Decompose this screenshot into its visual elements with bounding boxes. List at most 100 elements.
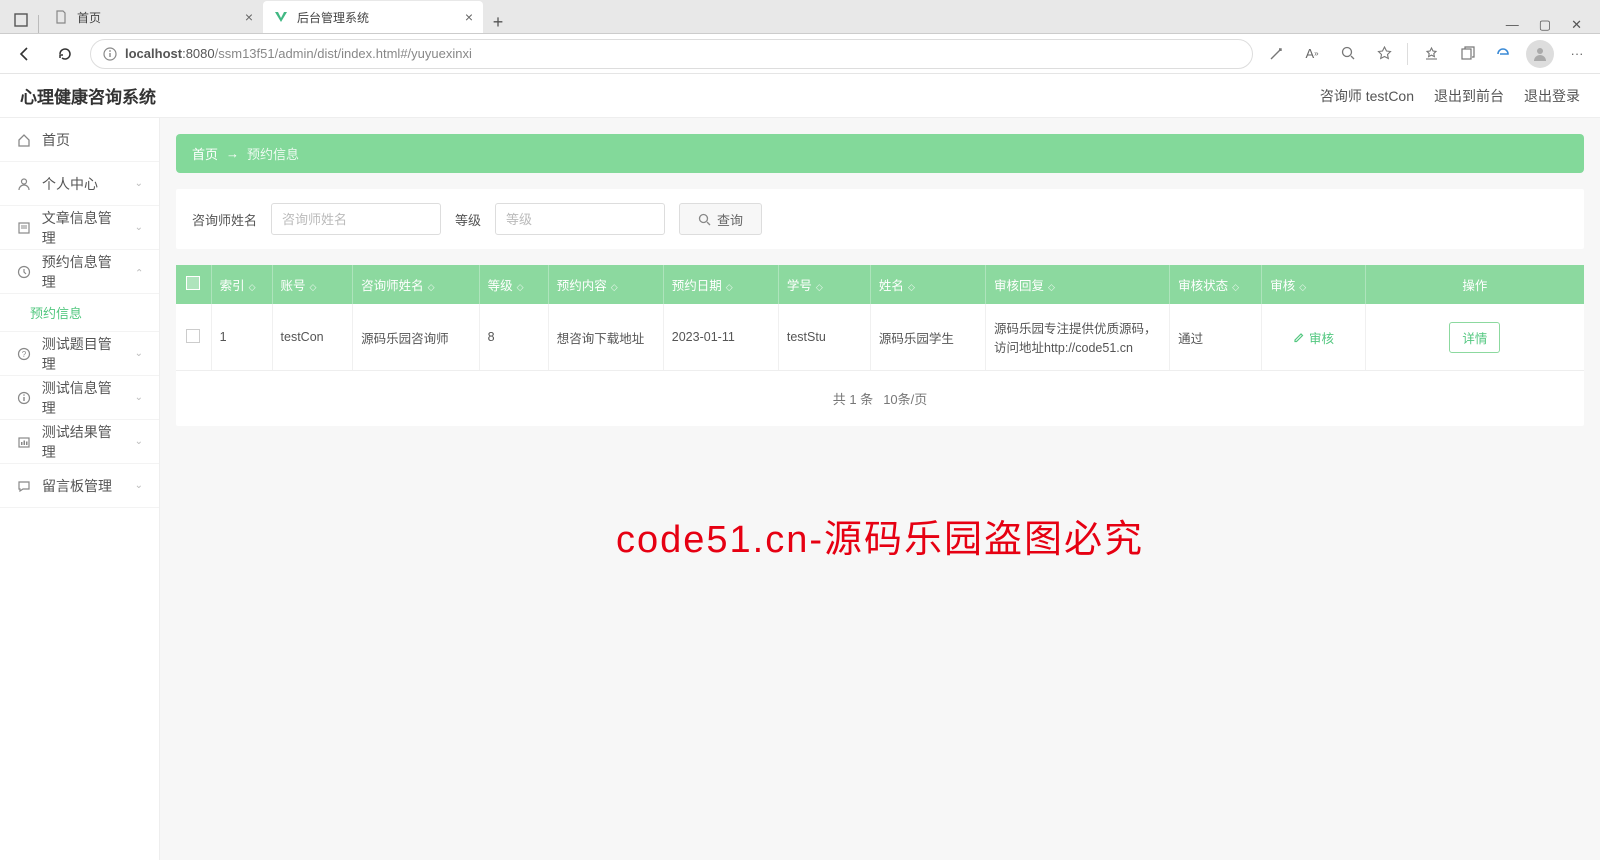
sidebar-item-个人中心[interactable]: 个人中心 ⌄ [0,162,159,206]
pagination: 共 1 条 10条/页 [176,371,1584,426]
enhance-icon[interactable] [1263,41,1289,67]
info-icon [103,47,117,61]
filter-name-input[interactable] [271,203,441,235]
search-icon [698,213,711,226]
app-title: 心理健康咨询系统 [20,83,156,108]
favorites-bar-icon[interactable] [1418,41,1444,67]
tab-title: 后台管理系统 [297,9,369,26]
breadcrumb: 首页 → 预约信息 [176,134,1584,173]
sidebar-item-首页[interactable]: 首页 [0,118,159,162]
url-field[interactable]: localhost:8080/ssm13f51/admin/dist/index… [90,39,1253,69]
ie-mode-icon[interactable] [1490,41,1516,67]
logout-button[interactable]: 退出登录 [1524,86,1580,106]
audit-button[interactable]: 审核 [1293,328,1334,347]
close-window-button[interactable]: ✕ [1571,17,1582,33]
info-icon [16,391,32,405]
address-bar: localhost:8080/ssm13f51/admin/dist/index… [0,34,1600,74]
watermark: code51.cn-源码乐园盗图必究 [616,508,1144,563]
sidebar-item-label: 测试结果管理 [42,422,125,462]
sidebar: 首页 个人中心⌄ 文章信息管理⌄ 预约信息管理⌄预约信息? 测试题目管理⌄ 测试… [0,118,160,860]
row-checkbox[interactable] [186,329,200,343]
chevron-down-icon: ⌄ [135,392,143,403]
cell-student-name: 源码乐园学生 [870,304,985,371]
filter-level-input[interactable] [495,203,665,235]
sidebar-item-留言板管理[interactable]: 留言板管理 ⌄ [0,464,159,508]
cell-date: 2023-01-11 [663,304,778,371]
chevron-down-icon: ⌄ [135,266,143,277]
main-content: 首页 → 预约信息 咨询师姓名 等级 查询 索引◇账号◇咨询师姓名◇等级◇预约内… [160,118,1600,860]
col-header[interactable]: 姓名◇ [870,265,985,304]
close-icon[interactable]: × [245,9,253,25]
back-button[interactable] [10,39,40,69]
maximize-button[interactable]: ▢ [1539,17,1551,33]
collections-icon[interactable] [1454,41,1480,67]
filter-level-label: 等级 [455,210,481,229]
sidebar-item-测试结果管理[interactable]: 测试结果管理 ⌄ [0,420,159,464]
cell-student-no: testStu [778,304,870,371]
col-header[interactable]: 预约内容◇ [548,265,663,304]
col-header[interactable]: 预约日期◇ [663,265,778,304]
sidebar-item-测试题目管理[interactable]: ? 测试题目管理⌄ [0,332,159,376]
data-table: 索引◇账号◇咨询师姓名◇等级◇预约内容◇预约日期◇学号◇姓名◇审核回复◇审核状态… [176,265,1584,426]
zoom-icon[interactable] [1335,41,1361,67]
pagination-pagesize[interactable]: 10条/页 [883,389,927,408]
col-header[interactable]: 操作 [1365,265,1584,304]
browser-tab-0[interactable]: 首页 × [43,1,263,33]
col-header[interactable]: 审核状态◇ [1170,265,1262,304]
to-front-button[interactable]: 退出到前台 [1434,86,1504,106]
tab-overview-icon[interactable] [8,7,34,33]
user-icon [16,177,32,191]
new-tab-button[interactable]: + [483,12,513,33]
sidebar-item-label: 留言板管理 [42,476,112,496]
col-header[interactable]: 账号◇ [272,265,353,304]
cell-content: 想咨询下载地址 [548,304,663,371]
table-row: 1 testCon 源码乐园咨询师 8 想咨询下载地址 2023-01-11 t… [176,304,1584,371]
chevron-down-icon: ⌄ [135,222,143,233]
user-label[interactable]: 咨询师 testCon [1320,86,1414,106]
col-header[interactable]: 审核回复◇ [986,265,1170,304]
url-host: localhost [125,46,182,61]
favorite-icon[interactable] [1371,41,1397,67]
chevron-down-icon: ⌄ [135,178,143,189]
sidebar-item-label: 个人中心 [42,174,98,194]
cell-counselor: 源码乐园咨询师 [353,304,480,371]
col-header[interactable]: 学号◇ [778,265,870,304]
col-header[interactable]: 等级◇ [479,265,548,304]
svg-text:?: ? [22,350,27,359]
read-aloud-icon[interactable]: A» [1299,41,1325,67]
separator [38,15,39,33]
more-icon[interactable]: ··· [1564,41,1590,67]
browser-tab-1[interactable]: 后台管理系统 × [263,1,483,33]
cell-audit: 审核 [1262,304,1366,371]
breadcrumb-current: 预约信息 [247,144,299,163]
col-header[interactable]: 审核◇ [1262,265,1366,304]
profile-avatar[interactable] [1526,40,1554,68]
browser-tab-strip: 首页 × 后台管理系统 × + — ▢ ✕ [0,0,1600,34]
breadcrumb-root[interactable]: 首页 [192,144,218,163]
col-header[interactable]: 索引◇ [211,265,272,304]
select-all-checkbox[interactable] [186,276,200,290]
filter-bar: 咨询师姓名 等级 查询 [176,189,1584,249]
col-header[interactable]: 咨询师姓名◇ [353,265,480,304]
sidebar-item-文章信息管理[interactable]: 文章信息管理⌄ [0,206,159,250]
home-icon [16,133,32,147]
sidebar-item-测试信息管理[interactable]: 测试信息管理⌄ [0,376,159,420]
chevron-down-icon: ⌄ [135,436,143,447]
chevron-down-icon: ⌄ [135,480,143,491]
refresh-button[interactable] [50,39,80,69]
cell-level: 8 [479,304,548,371]
minimize-button[interactable]: — [1506,17,1519,33]
sidebar-subitem-预约信息[interactable]: 预约信息 [0,294,159,332]
sidebar-item-label: 预约信息管理 [42,252,125,292]
pagination-total: 共 1 条 [833,389,873,408]
query-button[interactable]: 查询 [679,203,762,235]
cell-status: 通过 [1170,304,1262,371]
vue-icon [273,9,289,25]
detail-button[interactable]: 详情 [1449,322,1500,353]
sidebar-item-label: 首页 [42,130,70,150]
sidebar-item-预约信息管理[interactable]: 预约信息管理 ⌄ [0,250,159,294]
tab-title: 首页 [77,9,101,26]
cal-icon [16,265,32,279]
close-icon[interactable]: × [465,9,473,25]
sidebar-item-label: 测试题目管理 [42,334,125,374]
